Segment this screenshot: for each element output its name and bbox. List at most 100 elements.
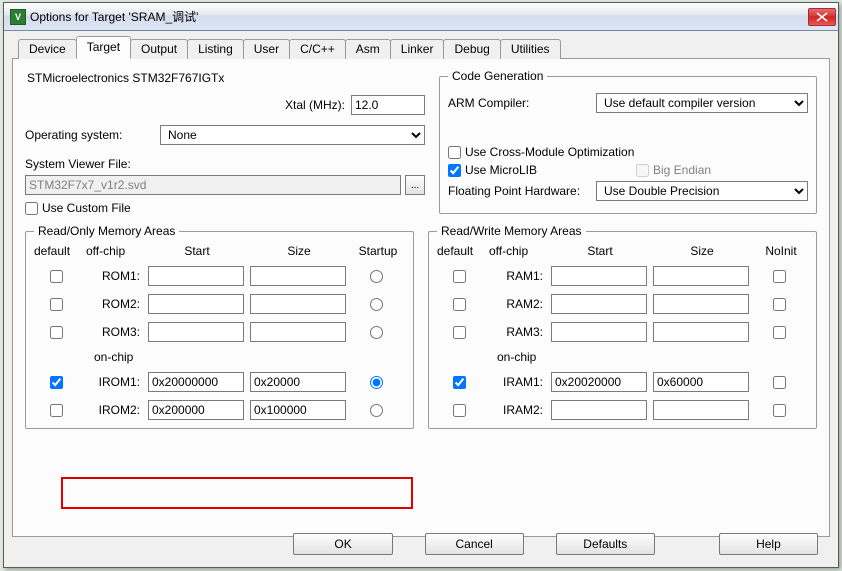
iram1-label: IRAM1: — [489, 375, 547, 389]
rom3-start[interactable] — [148, 322, 244, 342]
tab-ccpp[interactable]: C/C++ — [289, 39, 346, 59]
use-custom-file-row[interactable]: Use Custom File — [25, 201, 425, 215]
ram1-noinit[interactable] — [773, 270, 786, 283]
tab-debug[interactable]: Debug — [443, 39, 500, 59]
cross-module-row[interactable]: Use Cross-Module Optimization — [448, 145, 634, 159]
use-custom-file-checkbox[interactable] — [25, 202, 38, 215]
iram2-size[interactable] — [653, 400, 749, 420]
irom2-startup[interactable] — [370, 404, 383, 417]
rom1-size[interactable] — [250, 266, 346, 286]
window-title: Options for Target 'SRAM_调试' — [30, 8, 748, 25]
rom3-size[interactable] — [250, 322, 346, 342]
codegen-legend: Code Generation — [448, 69, 547, 83]
ram3-start[interactable] — [551, 322, 647, 342]
big-endian-checkbox — [636, 164, 649, 177]
titlebar[interactable]: V Options for Target 'SRAM_调试' – ▢ — [4, 3, 838, 31]
irom2-size[interactable] — [250, 400, 346, 420]
rom2-size[interactable] — [250, 294, 346, 314]
rom1-startup[interactable] — [370, 270, 383, 283]
ram1-size[interactable] — [653, 266, 749, 286]
rom1-label: ROM1: — [86, 269, 144, 283]
dialog-window: V Options for Target 'SRAM_调试' – ▢ Devic… — [3, 2, 839, 568]
big-endian-row: Big Endian — [636, 163, 711, 177]
ok-button[interactable]: OK — [293, 533, 392, 555]
ram1-default[interactable] — [453, 270, 466, 283]
cross-module-checkbox[interactable] — [448, 146, 461, 159]
rom3-startup[interactable] — [370, 326, 383, 339]
os-select[interactable]: None — [160, 125, 425, 145]
os-label: Operating system: — [25, 128, 150, 142]
irom2-label: IROM2: — [86, 403, 144, 417]
rom1-start[interactable] — [148, 266, 244, 286]
tab-linker[interactable]: Linker — [390, 39, 445, 59]
rw-hdr-chip: off-chip — [489, 244, 547, 258]
cross-module-label: Use Cross-Module Optimization — [465, 145, 634, 159]
iram1-size[interactable] — [653, 372, 749, 392]
app-icon: V — [10, 9, 26, 25]
codegen-group: Code Generation ARM Compiler: Use defaul… — [439, 69, 817, 214]
tab-device[interactable]: Device — [18, 39, 77, 59]
readonly-legend: Read/Only Memory Areas — [34, 224, 179, 238]
iram2-start[interactable] — [551, 400, 647, 420]
xtal-label: Xtal (MHz): — [285, 98, 345, 112]
tab-asm[interactable]: Asm — [345, 39, 391, 59]
ro-hdr-start: Start — [148, 244, 246, 258]
ro-hdr-size: Size — [250, 244, 348, 258]
cancel-button[interactable]: Cancel — [425, 533, 524, 555]
microlib-checkbox[interactable] — [448, 164, 461, 177]
tab-target[interactable]: Target — [76, 36, 131, 59]
xtal-input[interactable] — [351, 95, 425, 115]
rom3-default[interactable] — [50, 326, 63, 339]
rom2-startup[interactable] — [370, 298, 383, 311]
rom2-label: ROM2: — [86, 297, 144, 311]
readwrite-legend: Read/Write Memory Areas — [437, 224, 586, 238]
ro-hdr-startup: Startup — [352, 244, 404, 258]
readonly-memory-group: Read/Only Memory Areas default off-chip … — [25, 224, 414, 429]
ro-hdr-default: default — [34, 244, 82, 258]
ram3-default[interactable] — [453, 326, 466, 339]
fpu-select[interactable]: Use Double Precision — [596, 181, 808, 201]
irom1-start[interactable] — [148, 372, 244, 392]
ram2-start[interactable] — [551, 294, 647, 314]
tab-output[interactable]: Output — [130, 39, 188, 59]
svf-path — [25, 175, 401, 195]
irom1-label: IROM1: — [86, 375, 144, 389]
use-custom-file-label: Use Custom File — [42, 201, 131, 215]
arm-compiler-select[interactable]: Use default compiler version — [596, 93, 808, 113]
irom2-default[interactable] — [50, 404, 63, 417]
defaults-button[interactable]: Defaults — [556, 533, 655, 555]
tab-user[interactable]: User — [243, 39, 290, 59]
tab-listing[interactable]: Listing — [187, 39, 244, 59]
ram3-size[interactable] — [653, 322, 749, 342]
ram2-size[interactable] — [653, 294, 749, 314]
rom2-default[interactable] — [50, 298, 63, 311]
ro-onchip-label: on-chip — [34, 350, 404, 364]
iram1-noinit[interactable] — [773, 376, 786, 389]
ram1-start[interactable] — [551, 266, 647, 286]
irom1-size[interactable] — [250, 372, 346, 392]
close-button[interactable] — [808, 8, 836, 26]
close-icon — [816, 12, 828, 22]
ram2-noinit[interactable] — [773, 298, 786, 311]
iram2-noinit[interactable] — [773, 404, 786, 417]
tab-utilities[interactable]: Utilities — [500, 39, 561, 59]
big-endian-label: Big Endian — [653, 163, 711, 177]
iram1-start[interactable] — [551, 372, 647, 392]
irom2-start[interactable] — [148, 400, 244, 420]
ram2-label: RAM2: — [489, 297, 547, 311]
dialog-buttons: OK Cancel Defaults Help — [4, 529, 838, 559]
irom1-startup[interactable] — [370, 376, 383, 389]
help-button[interactable]: Help — [719, 533, 818, 555]
highlight-box — [61, 477, 413, 509]
microlib-row[interactable]: Use MicroLIB — [448, 163, 596, 177]
iram1-default[interactable] — [453, 376, 466, 389]
ram2-default[interactable] — [453, 298, 466, 311]
rom1-default[interactable] — [50, 270, 63, 283]
iram2-default[interactable] — [453, 404, 466, 417]
rw-onchip-label: on-chip — [437, 350, 807, 364]
ram3-noinit[interactable] — [773, 326, 786, 339]
svf-browse-button[interactable]: ... — [405, 175, 425, 195]
fpu-label: Floating Point Hardware: — [448, 184, 596, 198]
irom1-default[interactable] — [50, 376, 63, 389]
rom2-start[interactable] — [148, 294, 244, 314]
